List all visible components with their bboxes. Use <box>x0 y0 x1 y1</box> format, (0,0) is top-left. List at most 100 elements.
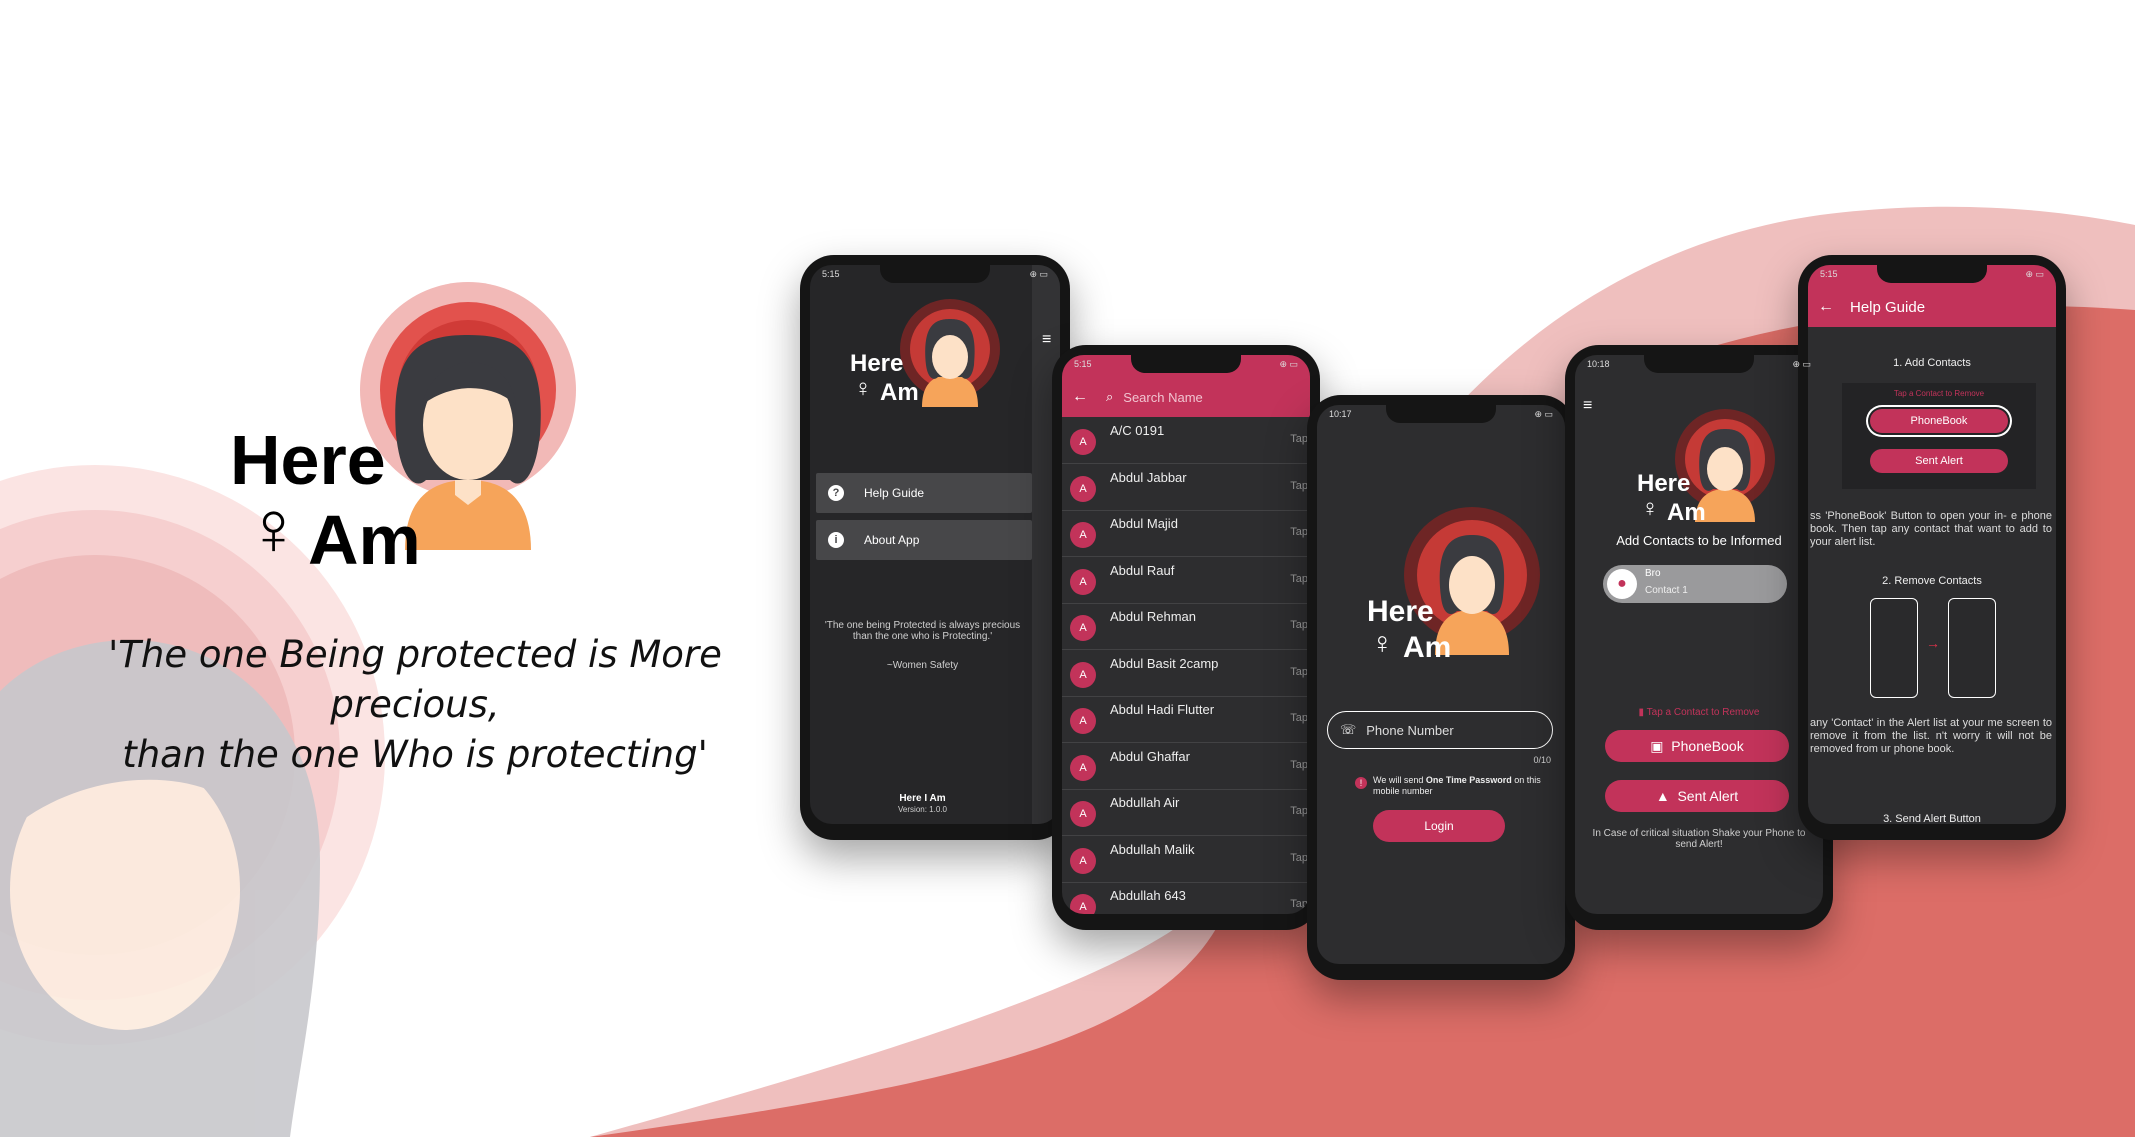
contact-card[interactable]: ● Bro Contact 1 <box>1603 565 1787 603</box>
contact-row[interactable]: A Abdul Hadi Flutter Tap <box>1062 696 1310 743</box>
drawer-footer-version: Version: 1.0.0 <box>898 805 947 814</box>
tagline-line2: than the one Who is protecting' <box>122 733 708 776</box>
contact-avatar: A <box>1070 522 1096 548</box>
camera-notch <box>880 265 990 283</box>
phone-drawer: 5:15 ⊕ ▭ ≡ Here ♀ Am ? Help Guide i About… <box>800 255 1070 840</box>
status-icons: ⊕ ▭ <box>1534 409 1553 419</box>
contact-row[interactable]: A Abdul Rauf Tap <box>1062 557 1310 604</box>
brand-logo: Here ♀ Am <box>230 280 590 580</box>
help-title: Help Guide <box>1850 298 1926 316</box>
step2-title: 2. Remove Contacts <box>1882 575 1982 587</box>
contact-name: Abdul Majid <box>1110 516 1178 531</box>
warning-icon: ▲ <box>1655 788 1670 804</box>
login-screen: 10:17 ⊕ ▭ Here ♀ Am ☏ Phone Number 0/10 !… <box>1317 405 1565 964</box>
drawer-item-help-guide[interactable]: ? Help Guide <box>816 473 1032 513</box>
contact-name: Abdul Jabbar <box>1110 469 1187 485</box>
add-contacts-heading: Add Contacts to be Informed <box>1616 533 1782 548</box>
contact-card-sub: Contact 1 <box>1645 585 1688 596</box>
remove-hint-text: Tap a Contact to Remove <box>1646 707 1760 718</box>
tap-label: Tap <box>1290 805 1308 817</box>
status-icons: ⊕ ▭ <box>1279 359 1298 369</box>
contact-card-name: Bro <box>1645 568 1661 579</box>
remove-hint: ▮ Tap a Contact to Remove <box>1575 707 1823 718</box>
contacts-book-icon: ▣ <box>1650 738 1664 754</box>
contact-avatar: A <box>1070 754 1096 781</box>
phone-icon: ☏ <box>1340 722 1357 737</box>
drawer-female-symbol: ♀ <box>854 375 872 402</box>
add-logo-am: Am <box>1667 499 1706 526</box>
arrow-right-icon: → <box>1926 635 1940 651</box>
contact-row[interactable]: A Abdullah 643 Tap <box>1062 882 1310 914</box>
contact-row[interactable]: A Abdul Basit 2camp Tap <box>1062 650 1310 697</box>
contact-row[interactable]: A Abdullah Air Tap <box>1062 789 1310 836</box>
back-arrow-icon[interactable]: ← <box>1072 388 1088 406</box>
question-icon: ? <box>828 485 844 501</box>
logo-word-am: Am <box>308 501 421 579</box>
tap-label: Tap <box>1290 851 1308 864</box>
sent-alert-button[interactable]: ▲ Sent Alert <box>1605 780 1789 812</box>
contact-avatar: A <box>1070 801 1096 827</box>
phone-counter: 0/10 <box>1533 755 1551 765</box>
female-symbol: ♀ <box>245 486 302 571</box>
sent-alert-label: Sent Alert <box>1677 788 1739 804</box>
camera-notch <box>1644 355 1754 373</box>
contact-avatar: A <box>1070 568 1096 595</box>
camera-notch <box>1131 355 1241 373</box>
back-arrow-icon[interactable]: ← <box>1818 298 1834 316</box>
phonebook-button[interactable]: ▣ PhoneBook <box>1605 730 1789 762</box>
tap-label: Tap <box>1290 758 1308 771</box>
drawer-logo-am: Am <box>880 379 919 406</box>
add-contacts-screen: 10:18 ⊕ ▭ ≡ Here ♀ Am Add Contacts to be … <box>1575 355 1823 914</box>
tap-label: Tap <box>1290 526 1308 538</box>
contact-row[interactable]: A A/C 0191 Tap <box>1062 417 1310 464</box>
status-icons: ⊕ ▭ <box>2025 269 2044 279</box>
otp-notice: We will send One Time Password on this m… <box>1373 775 1553 797</box>
contact-name: Abdullah Malik <box>1110 841 1195 857</box>
tap-label: Tap <box>1290 433 1308 445</box>
status-time: 10:17 <box>1329 409 1352 419</box>
contact-avatar: A <box>1070 847 1096 874</box>
tap-label: Tap <box>1290 665 1308 678</box>
hamburger-icon[interactable]: ≡ <box>1583 397 1592 415</box>
help-appbar: ← Help Guide <box>1808 287 2056 327</box>
drawer-item-label: About App <box>864 533 920 547</box>
add-female-symbol: ♀ <box>1641 495 1659 522</box>
camera-notch <box>1386 405 1496 423</box>
contact-row[interactable]: A Abdullah Malik Tap <box>1062 836 1310 883</box>
phone-add-contacts: 10:18 ⊕ ▭ ≡ Here ♀ Am Add Contacts to be … <box>1565 345 1833 930</box>
contact-row[interactable]: A Abdul Ghaffar Tap <box>1062 743 1310 790</box>
hamburger-icon[interactable]: ≡ <box>1042 331 1051 349</box>
login-logo-here: Here <box>1367 595 1434 628</box>
phone-contacts: 5:15 ⊕ ▭ ← ⌕ Search Name A A/C 0191 Tap A Abd… <box>1052 345 1320 930</box>
person-icon: ● <box>1607 569 1637 599</box>
phone-number-placeholder: Phone Number <box>1366 722 1454 738</box>
contact-row[interactable]: A Abdul Rehman Tap <box>1062 603 1310 650</box>
phone-number-field[interactable]: ☏ Phone Number <box>1327 711 1553 749</box>
phone-help-guide: 5:15 ⊕ ▭ ← Help Guide 1. Add Contacts Tap… <box>1798 255 2066 840</box>
phone-login: 10:17 ⊕ ▭ Here ♀ Am ☏ Phone Number 0/10 !… <box>1307 395 1575 980</box>
contact-row[interactable]: A Abdul Jabbar Tap <box>1062 464 1310 511</box>
step2-illustration-right <box>1948 598 1996 698</box>
illus-sent-alert-button: Sent Alert <box>1870 449 2008 473</box>
status-time: 5:15 <box>822 269 840 279</box>
info-icon: i <box>828 532 844 548</box>
login-female-symbol: ♀ <box>1371 627 1394 660</box>
contact-name: Abdul Ghaffar <box>1110 748 1190 764</box>
status-icons: ⊕ ▭ <box>1792 359 1811 369</box>
search-input[interactable]: Search Name <box>1123 390 1202 405</box>
contact-name: Abdul Rauf <box>1110 562 1175 578</box>
contact-name: Abdul Basit 2camp <box>1110 655 1219 671</box>
otp-prefix: We will send <box>1373 775 1426 785</box>
contact-row[interactable]: A Abdul Majid Tap <box>1062 510 1310 557</box>
login-button[interactable]: Login <box>1373 810 1505 842</box>
status-time: 5:15 <box>1074 359 1092 369</box>
contacts-list: A A/C 0191 Tap A Abdul Jabbar Tap A Abdul Majid… <box>1062 417 1310 914</box>
contact-avatar: A <box>1070 708 1096 734</box>
drawer-logo-here: Here <box>850 350 904 377</box>
status-time: 5:15 <box>1820 269 1838 279</box>
contact-avatar: A <box>1070 475 1096 502</box>
otp-bold: One Time Password <box>1425 775 1512 785</box>
illus-remove-hint: Tap a Contact to Remove <box>1893 389 1985 398</box>
drawer-item-about-app[interactable]: i About App <box>816 520 1032 560</box>
phonebook-label: PhoneBook <box>1671 738 1744 754</box>
